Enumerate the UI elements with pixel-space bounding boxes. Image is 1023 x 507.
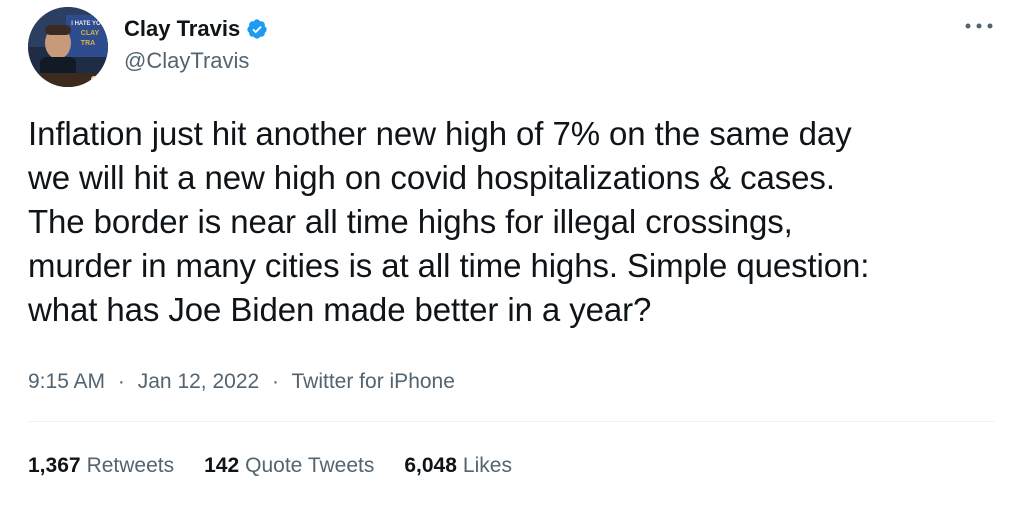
author-handle[interactable]: @ClayTravis xyxy=(124,48,249,74)
more-options-icon[interactable] xyxy=(962,20,996,32)
tweet-text-line: we will hit a new high on covid hospital… xyxy=(28,159,835,196)
meta-separator: · xyxy=(272,370,280,393)
quote-tweets-stat[interactable]: 142 Quote Tweets xyxy=(204,452,374,480)
retweets-stat[interactable]: 1,367 Retweets xyxy=(28,452,174,480)
author-avatar[interactable]: I HATE YO CLAY TRA xyxy=(28,7,108,87)
author-name-row[interactable]: Clay Travis xyxy=(124,16,268,42)
author-display-name[interactable]: Clay Travis xyxy=(124,16,240,42)
retweets-count: 1,367 xyxy=(28,454,81,477)
tweet-stats: 1,367 Retweets 142 Quote Tweets 6,048 Likes xyxy=(28,452,512,480)
likes-count: 6,048 xyxy=(404,454,457,477)
quote-tweets-label: Quote Tweets xyxy=(245,454,375,477)
tweet-text: Inflation just hit another new high of 7… xyxy=(28,112,1003,332)
tweet-card: I HATE YO CLAY TRA Clay Travis @ClayTrav… xyxy=(0,0,1023,507)
tweet-text-line: Inflation just hit another new high of 7… xyxy=(28,115,852,152)
tweet-text-line: murder in many cities is at all time hig… xyxy=(28,247,870,284)
quote-tweets-count: 142 xyxy=(204,454,240,477)
meta-separator: · xyxy=(117,370,125,393)
avatar-image: I HATE YO CLAY TRA xyxy=(28,7,108,87)
tweet-text-line: The border is near all time highs for il… xyxy=(28,203,793,240)
tweet-time[interactable]: 9:15 AM xyxy=(28,370,105,393)
likes-stat[interactable]: 6,048 Likes xyxy=(404,452,512,480)
divider xyxy=(28,421,995,422)
retweets-label: Retweets xyxy=(86,454,175,477)
tweet-text-line: what has Joe Biden made better in a year… xyxy=(28,291,652,328)
likes-label: Likes xyxy=(462,454,512,477)
svg-text:I HATE YO: I HATE YO xyxy=(71,21,101,27)
tweet-source[interactable]: Twitter for iPhone xyxy=(292,370,455,393)
svg-text:CLAY: CLAY xyxy=(81,30,100,37)
tweet-date[interactable]: Jan 12, 2022 xyxy=(138,370,259,393)
svg-text:TRA: TRA xyxy=(81,40,95,47)
tweet-metadata: 9:15 AM · Jan 12, 2022 · Twitter for iPh… xyxy=(28,368,455,396)
verified-badge-icon xyxy=(247,19,267,39)
